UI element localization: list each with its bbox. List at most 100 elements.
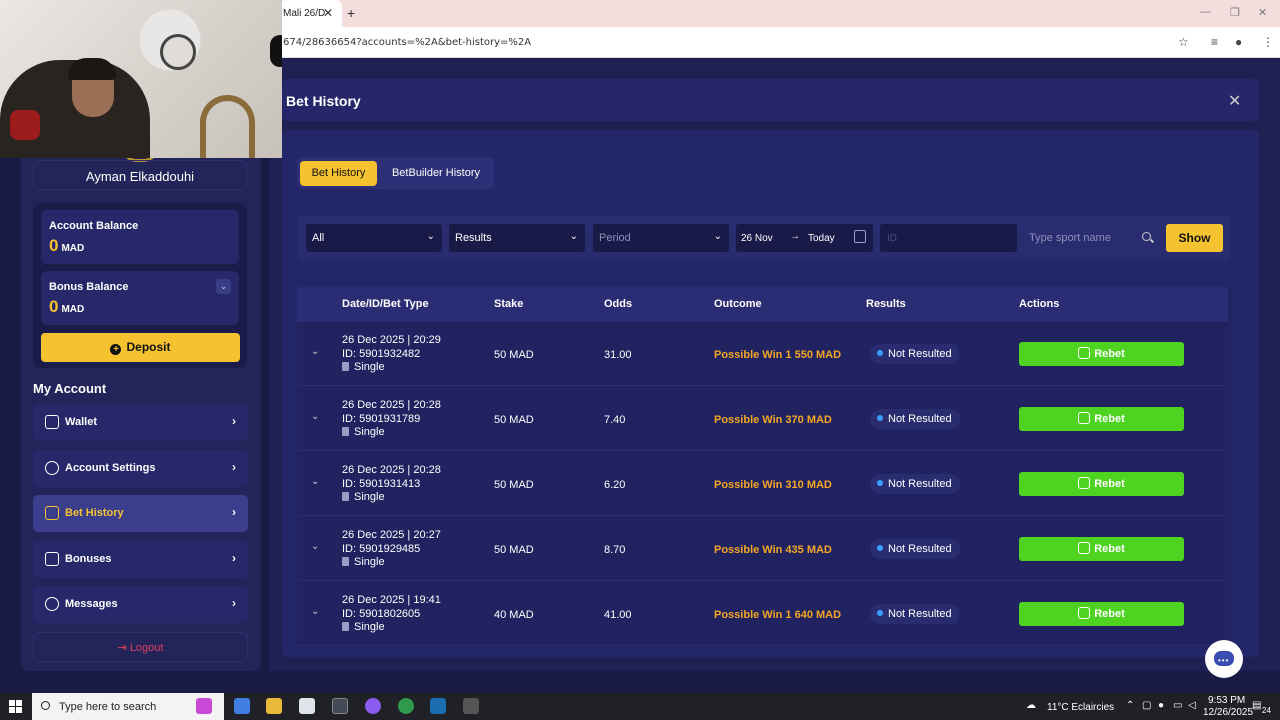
- wallet-icon: [45, 415, 59, 429]
- clock-time: 9:53 PM: [1208, 695, 1246, 706]
- stake: 50 MAD: [494, 349, 534, 361]
- chevron-down-icon[interactable]: ⌄: [311, 606, 319, 617]
- close-window-icon[interactable]: ✕: [1258, 6, 1267, 19]
- rebet-label: Rebet: [1094, 478, 1125, 490]
- tray-icon[interactable]: ▢: [1142, 700, 1151, 711]
- bet-id-input[interactable]: [880, 224, 1017, 252]
- rebet-button[interactable]: Rebet: [1019, 602, 1184, 626]
- column-header: Date/ID/Bet Type: [342, 298, 429, 310]
- column-header: Odds: [604, 298, 633, 310]
- live-chat-button[interactable]: •••: [1205, 640, 1243, 678]
- type-select[interactable]: All ⌄: [306, 224, 442, 252]
- close-icon[interactable]: ✕: [1228, 91, 1241, 111]
- period-select[interactable]: Period ⌄: [593, 224, 729, 252]
- file-explorer-icon[interactable]: [266, 698, 282, 714]
- odds: 8.70: [604, 544, 626, 556]
- restore-icon[interactable]: ❐: [1230, 6, 1240, 19]
- windows-start-icon[interactable]: [9, 700, 22, 713]
- search-icon[interactable]: [1142, 232, 1151, 241]
- sidebar-item-bet-history[interactable]: Bet History ›: [33, 495, 248, 532]
- refresh-icon: [1078, 477, 1091, 489]
- url-text[interactable]: 674/28636654?accounts=%2A&bet-history=%2…: [283, 37, 531, 48]
- rebet-button[interactable]: Rebet: [1019, 537, 1184, 561]
- status-label: Not Resulted: [888, 348, 952, 360]
- wall-clock-image: [160, 34, 196, 70]
- store-icon[interactable]: [299, 698, 315, 714]
- sidebar-item-bonuses[interactable]: Bonuses ›: [33, 541, 248, 578]
- status-badge: Not Resulted: [870, 539, 960, 559]
- deposit-button[interactable]: + Deposit: [41, 333, 240, 362]
- sidebar-item-wallet[interactable]: Wallet ›: [33, 404, 248, 441]
- steam-icon[interactable]: [430, 698, 446, 714]
- chevron-down-icon: ⌄: [569, 231, 578, 242]
- bookmark-star-icon[interactable]: ☆: [1178, 35, 1189, 49]
- bonus-balance-card: Bonus Balance 0 MAD ⌄: [41, 271, 239, 325]
- bet-id: ID: 5901931413: [342, 477, 421, 490]
- sidebar-item-account-settings[interactable]: Account Settings ›: [33, 450, 248, 487]
- notification-icon[interactable]: ▤: [1252, 700, 1261, 711]
- status-badge: Not Resulted: [870, 604, 960, 624]
- copilot-icon[interactable]: [234, 698, 250, 714]
- rebet-button[interactable]: Rebet: [1019, 472, 1184, 496]
- minimize-icon[interactable]: —: [1200, 6, 1211, 18]
- outcome: Possible Win 1 550 MAD: [714, 349, 842, 361]
- date-range-picker[interactable]: 26 Nov → Today: [736, 224, 873, 252]
- rebet-label: Rebet: [1094, 543, 1125, 555]
- chevron-down-icon: ⌄: [426, 231, 435, 242]
- sport-search-input[interactable]: [1023, 224, 1160, 252]
- bonus-balance-unit: MAD: [61, 304, 85, 315]
- logout-button[interactable]: ⇥ Logout: [33, 632, 248, 662]
- chevron-right-icon: ›: [232, 460, 236, 474]
- profile-icon[interactable]: ●: [1235, 35, 1242, 49]
- microphone-icon[interactable]: ●: [1158, 700, 1164, 711]
- column-header: Results: [866, 298, 906, 310]
- chevron-down-icon[interactable]: ⌄: [311, 411, 319, 422]
- media-icon[interactable]: ≡: [1211, 35, 1218, 49]
- weather-text: 11°C Eclaircies: [1047, 702, 1115, 713]
- table-header: [297, 287, 1228, 322]
- results-select[interactable]: Results ⌄: [449, 224, 585, 252]
- period-select-value: Period: [599, 232, 631, 244]
- rebet-button[interactable]: Rebet: [1019, 342, 1184, 366]
- obs-icon[interactable]: [332, 698, 348, 714]
- chrome-icon[interactable]: [398, 698, 414, 714]
- date-from: 26 Nov: [741, 233, 773, 244]
- show-button[interactable]: Show: [1166, 224, 1223, 252]
- chevron-down-icon[interactable]: ⌄: [216, 279, 231, 294]
- app-icon[interactable]: [196, 698, 212, 714]
- sidebar-item-label: Bet History: [65, 507, 124, 519]
- search-icon: [41, 701, 50, 710]
- bet-type: Single: [354, 556, 385, 568]
- chevron-down-icon[interactable]: ⌄: [311, 541, 319, 552]
- tab-bet-history[interactable]: Bet History: [300, 161, 377, 186]
- sidebar-item-messages[interactable]: Messages ›: [33, 586, 248, 623]
- stake: 50 MAD: [494, 479, 534, 491]
- chevron-up-icon[interactable]: ⌃: [1126, 700, 1134, 711]
- app-icon[interactable]: [463, 698, 479, 714]
- rebet-button[interactable]: Rebet: [1019, 407, 1184, 431]
- chevron-down-icon[interactable]: ⌄: [311, 346, 319, 357]
- discord-icon[interactable]: [365, 698, 381, 714]
- menu-kebab-icon[interactable]: ⋮: [1262, 35, 1274, 49]
- column-header: Outcome: [714, 298, 762, 310]
- deposit-label: Deposit: [126, 340, 171, 354]
- rebet-label: Rebet: [1094, 608, 1125, 620]
- clock-date: 12/26/2025: [1203, 707, 1254, 718]
- close-tab-icon[interactable]: ✕: [323, 6, 333, 20]
- status-label: Not Resulted: [888, 478, 952, 490]
- sidebar-item-label: Messages: [65, 598, 118, 610]
- chevron-down-icon[interactable]: ⌄: [311, 476, 319, 487]
- bet-id: ID: 5901802605: [342, 607, 421, 620]
- network-icon[interactable]: ▭: [1173, 700, 1182, 711]
- outcome: Possible Win 1 640 MAD: [714, 609, 842, 621]
- chevron-down-icon: ⌄: [713, 231, 722, 242]
- logout-icon: ⇥: [117, 642, 130, 654]
- outcome: Possible Win 435 MAD: [714, 544, 832, 556]
- volume-icon[interactable]: ◁: [1188, 700, 1196, 711]
- table-row: ⌄ 26 Dec 2025 | 20:27 ID: 5901929485 Singl…: [297, 517, 1228, 581]
- tab-betbuilder-history[interactable]: BetBuilder History: [382, 161, 490, 186]
- calendar-icon[interactable]: [854, 230, 866, 243]
- ticket-icon: [342, 492, 349, 501]
- message-icon: [45, 597, 59, 611]
- new-tab-button[interactable]: +: [347, 5, 355, 21]
